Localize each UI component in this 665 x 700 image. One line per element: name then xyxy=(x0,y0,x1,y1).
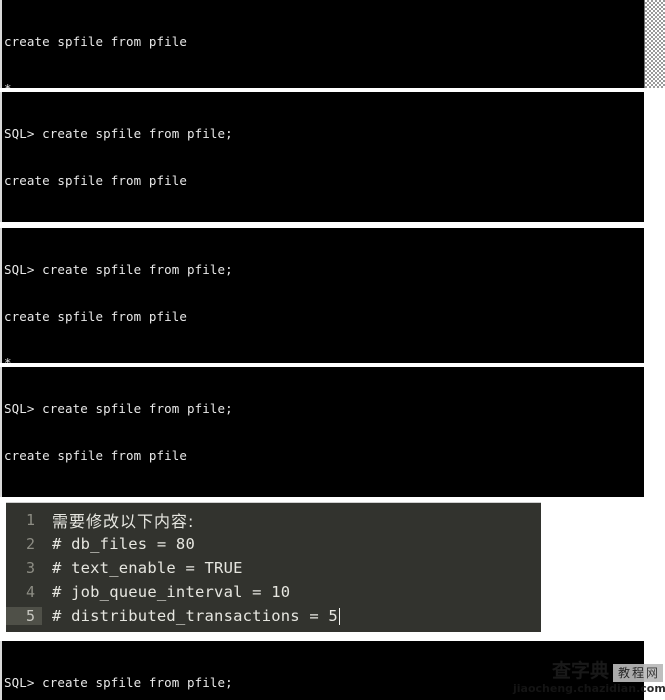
text-caret xyxy=(338,607,340,625)
terminal-line: SQL> create spfile from pfile; xyxy=(4,262,233,277)
terminal-block-1: create spfile from pfile * 第 1 行出现错误: OR… xyxy=(0,0,644,88)
watermark-brand: 查字典 xyxy=(551,660,609,682)
terminal-line: create spfile from pfile xyxy=(4,172,188,188)
terminal-line: create spfile from pfile xyxy=(4,308,188,324)
terminal-line: * xyxy=(4,355,12,363)
terminal-block-4: SQL> create spfile from pfile; create sp… xyxy=(0,367,644,497)
code-line[interactable]: 1 需要修改以下内容: xyxy=(6,508,541,532)
code-text: # text_enable = TRUE xyxy=(52,559,243,577)
code-text: # job_queue_interval = 10 xyxy=(52,583,291,601)
watermark-url: jiaocheng.chazidian.com xyxy=(513,682,665,695)
terminal-line: SQL> create spfile from pfile; xyxy=(4,126,233,141)
code-line[interactable]: 2 # db_files = 80 xyxy=(6,532,541,556)
terminal-line: create spfile from pfile xyxy=(4,34,188,49)
terminal-line: SQL> create spfile from pfile; xyxy=(4,401,233,416)
code-text: 需要修改以下内容: xyxy=(52,512,195,531)
line-number: 1 xyxy=(25,511,35,529)
line-number: 3 xyxy=(25,559,35,577)
watermark-badge: 教程网 xyxy=(612,664,663,682)
code-line-active[interactable]: 5 # distributed_transactions = 5 xyxy=(6,604,541,628)
console-scrollbar[interactable] xyxy=(644,0,665,88)
terminal-block-3: SQL> create spfile from pfile; create sp… xyxy=(0,228,644,363)
line-number: 4 xyxy=(25,583,35,601)
terminal-line: create spfile from pfile xyxy=(4,447,188,463)
terminal-block-2: SQL> create spfile from pfile; create sp… xyxy=(0,92,644,222)
code-text: # distributed_transactions = 5 xyxy=(52,607,338,625)
terminal-line: * xyxy=(4,80,12,89)
code-snippet-box[interactable]: 1 需要修改以下内容: 2 # db_files = 80 3 # text_e… xyxy=(6,502,541,632)
terminal-line: * xyxy=(4,219,644,222)
code-text: # db_files = 80 xyxy=(52,535,195,553)
line-number: 2 xyxy=(25,535,35,553)
code-line[interactable]: 4 # job_queue_interval = 10 xyxy=(6,580,541,604)
line-number: 5 xyxy=(6,607,42,625)
terminal-line: * xyxy=(4,494,644,497)
site-watermark: 查字典 教程网 jiaocheng.chazidian.com xyxy=(513,658,665,700)
code-line[interactable]: 3 # text_enable = TRUE xyxy=(6,556,541,580)
